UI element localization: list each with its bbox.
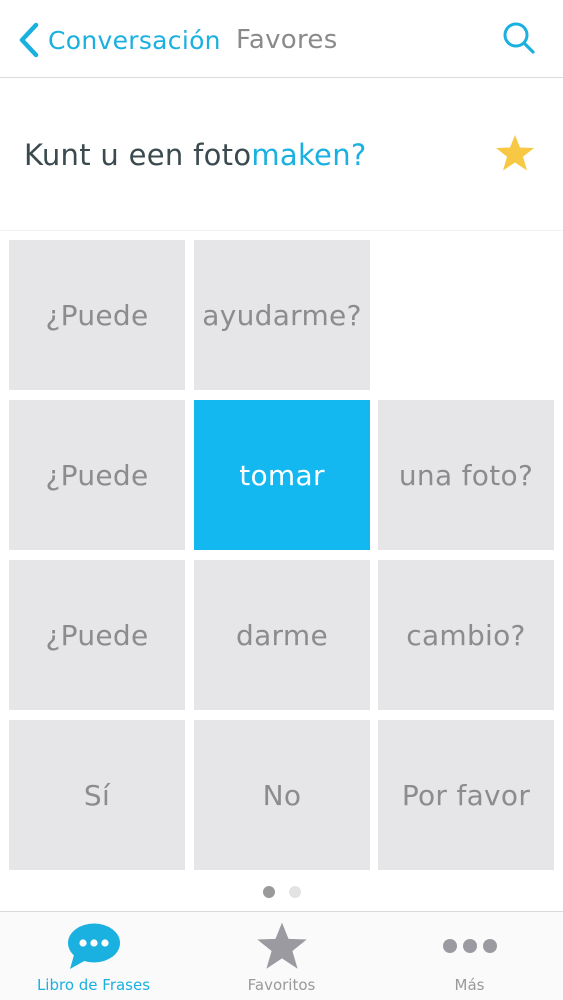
- page-title: Favores: [236, 25, 338, 55]
- tab-favorites-label: Favoritos: [247, 976, 316, 994]
- page-dot[interactable]: [288, 886, 301, 898]
- search-button[interactable]: [499, 20, 539, 60]
- word-tile[interactable]: una foto?: [378, 400, 554, 550]
- phrase-text-plain: Kunt u een foto: [24, 137, 252, 172]
- translated-phrase: Kunt u een foto maken?: [24, 79, 367, 230]
- more-dots-icon: [442, 938, 498, 958]
- star-icon: [495, 134, 535, 176]
- favorite-button[interactable]: [493, 133, 537, 177]
- chat-bubble-icon: [66, 922, 122, 974]
- page-dot-active[interactable]: [262, 886, 275, 898]
- search-icon: [502, 21, 536, 59]
- star-icon: [256, 921, 308, 975]
- word-tile[interactable]: ayudarme?: [194, 240, 370, 390]
- app-screen: Conversación Favores Kunt u een foto mak…: [0, 0, 563, 1000]
- word-grid: ¿Puede ayudarme? ¿Puede tomar una foto? …: [0, 231, 563, 911]
- back-button-label: Conversación: [48, 25, 221, 55]
- chevron-left-icon: [18, 22, 40, 58]
- tab-phrasebook[interactable]: Libro de Frases: [0, 912, 187, 1000]
- tab-more-label: Más: [454, 976, 485, 994]
- word-tile[interactable]: No: [194, 720, 370, 870]
- tab-favorites[interactable]: Favoritos: [188, 912, 375, 1000]
- tab-phrasebook-label: Libro de Frases: [36, 976, 151, 994]
- word-tile[interactable]: ¿Puede: [9, 400, 185, 550]
- word-tile[interactable]: ¿Puede: [9, 240, 185, 390]
- phrase-panel: Kunt u een foto maken?: [0, 79, 563, 230]
- navigation-bar: Conversación Favores: [0, 0, 563, 78]
- word-tile[interactable]: Sí: [9, 720, 185, 870]
- word-tile[interactable]: darme: [194, 560, 370, 710]
- tab-more[interactable]: Más: [376, 912, 563, 1000]
- phrase-text-highlight: maken?: [251, 137, 367, 172]
- word-tile-selected[interactable]: tomar: [194, 400, 370, 550]
- word-tile[interactable]: Por favor: [378, 720, 554, 870]
- word-tile[interactable]: ¿Puede: [9, 560, 185, 710]
- back-button[interactable]: Conversación: [18, 18, 221, 62]
- word-tile[interactable]: cambio?: [378, 560, 554, 710]
- page-indicator: [0, 884, 563, 900]
- tab-bar: Libro de Frases Favoritos Más: [0, 911, 563, 1000]
